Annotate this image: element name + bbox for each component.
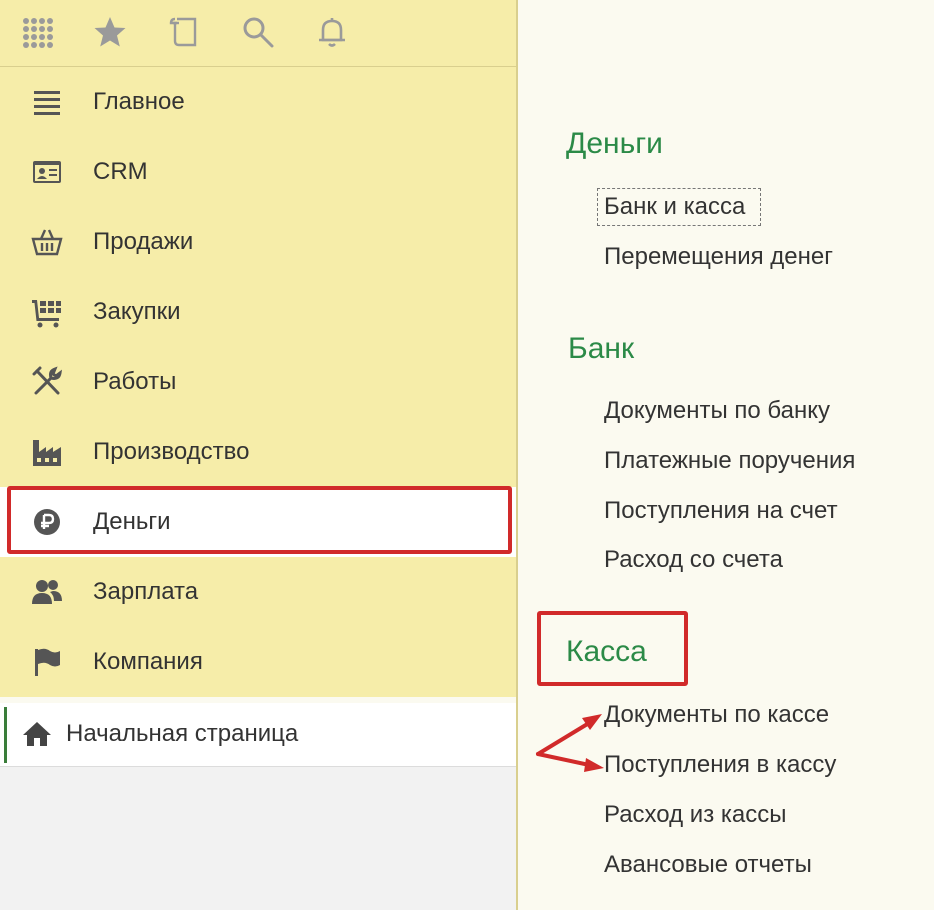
sidebar-item-raboty[interactable]: Работы — [0, 347, 516, 417]
section-title-kassa: Касса — [566, 635, 647, 668]
home-page-row[interactable]: Начальная страница — [0, 703, 516, 767]
open-windows-area — [0, 767, 516, 910]
sections-panel: Главное CRM Продажи Закупки Работы Произ… — [0, 67, 516, 697]
link-bank-i-kassa[interactable]: Банк и касса — [604, 193, 745, 221]
sidebar-item-zakupki[interactable]: Закупки — [0, 277, 516, 347]
apps-grid-icon[interactable] — [17, 12, 57, 52]
link-raskhod-iz-kassy[interactable]: Расход из кассы — [604, 801, 786, 829]
sidebar-item-label: CRM — [93, 158, 148, 185]
link-postupleniya-v-kassu[interactable]: Поступления в кассу — [604, 751, 836, 779]
sidebar-item-label: Зарплата — [93, 578, 199, 605]
top-toolbar — [0, 0, 516, 67]
favorites-star-icon[interactable] — [90, 12, 130, 52]
contact-card-icon — [30, 156, 64, 188]
home-page-label: Начальная страница — [66, 720, 299, 747]
arrow-to-postupleniya-v-kassu — [536, 752, 596, 768]
sidebar-item-label: Деньги — [93, 508, 171, 535]
sidebar-item-zarplata[interactable]: Зарплата — [0, 557, 516, 627]
sidebar-item-label: Продажи — [93, 228, 194, 255]
link-peremeshcheniya-deneg[interactable]: Перемещения денег — [604, 243, 833, 271]
link-postupleniya-na-schet[interactable]: Поступления на счет — [604, 497, 838, 525]
sidebar-item-dengi[interactable]: Деньги — [0, 487, 516, 557]
tools-icon — [30, 366, 64, 398]
basket-icon — [30, 226, 64, 258]
home-icon — [22, 720, 52, 748]
factory-icon — [30, 436, 64, 468]
home-active-marker — [4, 707, 7, 763]
link-dokumenty-po-banku[interactable]: Документы по банку — [604, 397, 830, 425]
link-platezhnye-porucheniya[interactable]: Платежные поручения — [604, 447, 855, 475]
sidebar-item-crm[interactable]: CRM — [0, 137, 516, 207]
history-icon[interactable] — [165, 12, 205, 52]
sidebar-item-kompaniya[interactable]: Компания — [0, 627, 516, 697]
money-icon — [30, 506, 64, 538]
section-title-dengi: Деньги — [566, 127, 663, 160]
sidebar-item-label: Главное — [93, 88, 185, 115]
link-dokumenty-po-kasse[interactable]: Документы по кассе — [604, 701, 829, 729]
arrowhead-bottom — [584, 758, 604, 772]
section-title-bank: Банк — [568, 332, 635, 365]
sidebar-item-label: Закупки — [93, 298, 181, 325]
section-content: Деньги Банк и касса Перемещения денег Ба… — [518, 0, 934, 910]
link-avansovye-otchety[interactable]: Авансовые отчеты — [604, 851, 812, 879]
arrowhead-top — [582, 714, 602, 730]
sidebar-item-label: Производство — [93, 438, 250, 465]
search-icon[interactable] — [238, 12, 278, 52]
sidebar-item-glavnoe[interactable]: Главное — [0, 67, 516, 137]
people-icon — [30, 576, 64, 608]
cart-icon — [30, 296, 64, 328]
sidebar-item-label: Компания — [93, 648, 203, 675]
link-raskhod-so-scheta[interactable]: Расход со счета — [604, 546, 783, 574]
sidebar-item-proizvodstvo[interactable]: Производство — [0, 417, 516, 487]
notifications-bell-icon[interactable] — [312, 12, 352, 52]
flag-icon — [30, 646, 64, 678]
sidebar-item-prodazhi[interactable]: Продажи — [0, 207, 516, 277]
sidebar-item-label: Работы — [93, 368, 177, 395]
menu-lines-icon — [30, 86, 64, 118]
arrow-to-dokumenty-po-kasse — [536, 718, 596, 756]
